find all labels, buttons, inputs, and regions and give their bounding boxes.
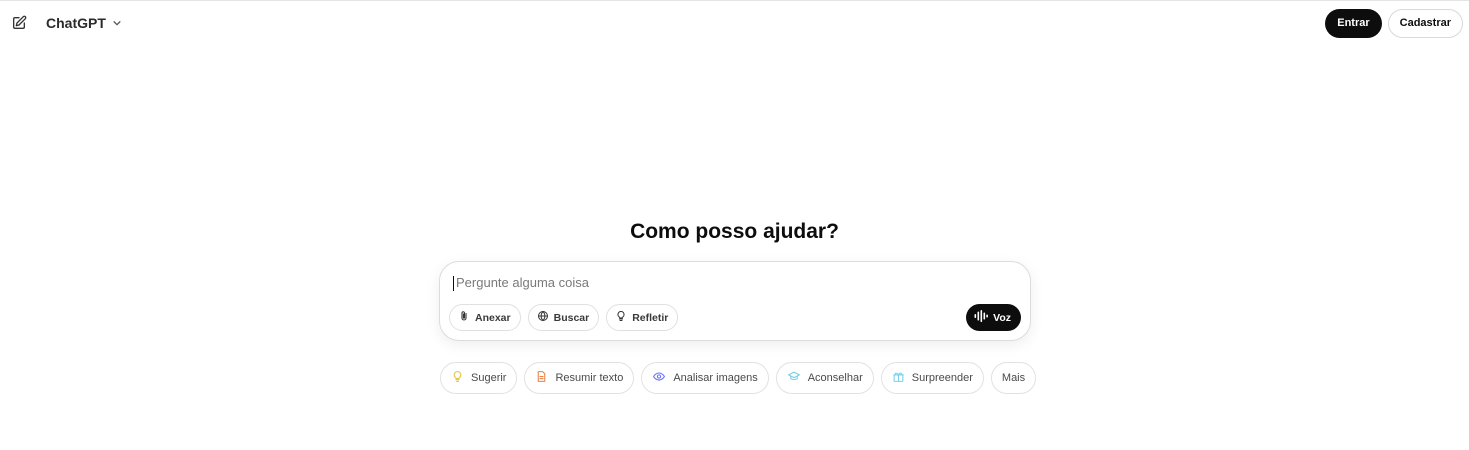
globe-icon <box>537 310 549 325</box>
reason-button[interactable]: Refletir <box>606 304 679 331</box>
eye-icon <box>652 370 666 386</box>
suggestion-chip[interactable]: Sugerir <box>440 362 518 394</box>
more-suggestions-chip[interactable]: Mais <box>990 362 1037 394</box>
attach-label: Anexar <box>475 311 511 324</box>
gift-icon <box>892 370 905 386</box>
model-selector[interactable]: ChatGPT <box>44 11 124 35</box>
search-label: Buscar <box>553 311 590 324</box>
graduation-cap-icon <box>787 370 801 386</box>
suggestion-chip[interactable]: Aconselhar <box>775 362 874 394</box>
composer: Anexar Buscar Refletir <box>439 261 1031 341</box>
search-button[interactable]: Buscar <box>527 304 600 331</box>
voice-label: Voz <box>993 311 1011 324</box>
suggestion-chip[interactable]: Resumir texto <box>524 362 635 394</box>
chevron-down-icon <box>112 15 122 31</box>
waveform-icon <box>974 310 989 325</box>
lightbulb-icon <box>615 310 627 325</box>
suggestion-label: Analisar imagens <box>673 372 758 384</box>
login-button[interactable]: Entrar <box>1325 8 1382 38</box>
model-name: ChatGPT <box>46 15 106 31</box>
attach-button[interactable]: Anexar <box>449 304 521 331</box>
suggestion-label: Surpreender <box>911 372 973 384</box>
suggestion-chips: Sugerir Resumir texto Analisar imagens A… <box>440 362 1037 394</box>
reason-label: Refletir <box>632 311 669 324</box>
suggestion-label: Mais <box>1001 372 1026 384</box>
suggestion-chip[interactable]: Surpreender <box>880 362 984 394</box>
new-chat-icon[interactable] <box>10 14 28 32</box>
suggestion-chip[interactable]: Analisar imagens <box>641 362 769 394</box>
paperclip-icon <box>458 310 470 325</box>
composer-tools: Anexar Buscar Refletir <box>449 304 679 331</box>
prompt-input[interactable] <box>454 274 1018 291</box>
page: ChatGPT Entrar Cadastrar Como posso ajud… <box>0 0 1469 450</box>
page-title: Como posso ajudar? <box>630 220 839 243</box>
suggestion-label: Aconselhar <box>807 372 863 384</box>
top-bar: ChatGPT Entrar Cadastrar <box>0 1 1469 45</box>
signup-button[interactable]: Cadastrar <box>1387 8 1463 38</box>
document-icon <box>535 370 548 386</box>
lightbulb-icon <box>451 370 464 386</box>
suggestion-label: Resumir texto <box>555 372 624 384</box>
header-left: ChatGPT <box>10 11 124 35</box>
header-right: Entrar Cadastrar <box>1325 8 1463 38</box>
suggestion-label: Sugerir <box>471 372 507 384</box>
voice-button[interactable]: Voz <box>966 304 1021 331</box>
